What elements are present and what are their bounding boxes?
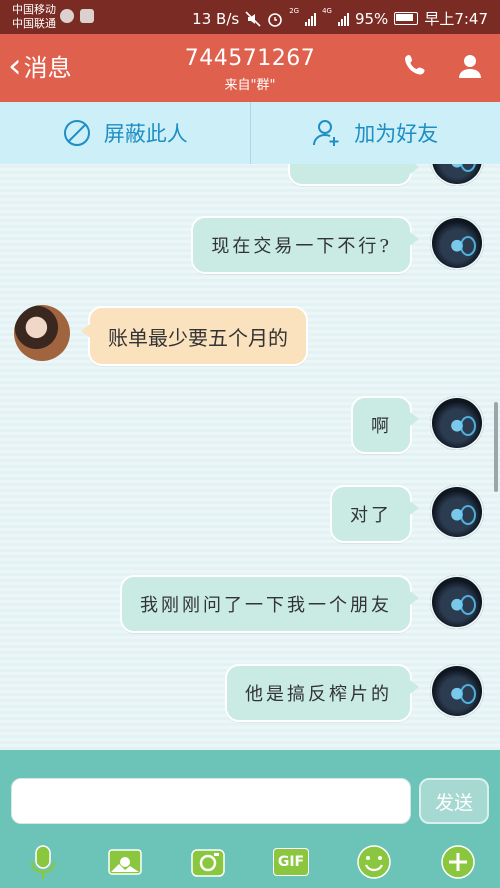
block-user-button[interactable]: 屏蔽此人 xyxy=(0,102,250,164)
chat-header: ‹ 消息 744571267 来自"群" xyxy=(0,34,500,102)
message-list[interactable]: 现在交易一下不行? 账单最少要五个月的 啊 对了 我刚刚问了一下我一个朋友 他是… xyxy=(0,164,500,750)
mute-icon xyxy=(245,10,261,27)
add-friend-label: 加为好友 xyxy=(354,122,439,146)
picture-icon[interactable] xyxy=(107,844,143,880)
message-bubble[interactable]: 我刚刚问了一下我一个朋友 xyxy=(120,575,419,633)
message-bubble[interactable]: 账单最少要五个月的 xyxy=(81,306,308,366)
phone-icon[interactable] xyxy=(402,52,430,80)
camera-icon[interactable] xyxy=(190,844,226,880)
message-text: 啊 xyxy=(371,416,392,437)
carrier-info: 中国移动 中国联通 xyxy=(12,3,56,31)
message-text: 他是搞反榨片的 xyxy=(245,684,392,705)
carrier-2: 中国联通 xyxy=(12,17,56,30)
gif-label: GIF xyxy=(277,854,305,870)
message-input[interactable] xyxy=(11,778,411,824)
gif-button[interactable]: GIF xyxy=(273,848,309,876)
add-user-icon xyxy=(313,120,339,146)
signal-icon-1 xyxy=(305,12,317,26)
block-icon xyxy=(63,120,90,146)
message-bubble[interactable]: 啊 xyxy=(351,396,419,454)
send-label: 发送 xyxy=(434,791,473,814)
battery-icon xyxy=(394,12,419,25)
notification-icons xyxy=(60,9,94,23)
alarm-icon xyxy=(268,12,282,27)
clock: 早上7:47 xyxy=(424,10,488,28)
my-avatar[interactable] xyxy=(430,575,484,629)
my-avatar[interactable] xyxy=(430,164,484,186)
message-text: 现在交易一下不行? xyxy=(211,236,392,257)
message-bubble[interactable]: 现在交易一下不行? xyxy=(191,216,419,274)
message-text: 对了 xyxy=(350,505,392,526)
message-text: 我刚刚问了一下我一个朋友 xyxy=(140,595,392,616)
plus-icon[interactable] xyxy=(440,844,476,880)
contact-avatar[interactable] xyxy=(14,305,70,361)
my-avatar[interactable] xyxy=(430,485,484,539)
my-avatar[interactable] xyxy=(430,396,484,450)
network-type-2: 4G xyxy=(322,7,332,15)
signal-icon-2 xyxy=(337,12,349,26)
block-user-label: 屏蔽此人 xyxy=(103,122,188,146)
add-friend-button[interactable]: 加为好友 xyxy=(249,102,500,164)
network-type-1: 2G xyxy=(289,7,300,15)
message-bubble[interactable]: 对了 xyxy=(330,485,419,543)
send-button[interactable]: 发送 xyxy=(419,778,489,824)
network-speed: 13 B/s xyxy=(192,9,240,28)
message-bubble[interactable]: 他是搞反榨片的 xyxy=(225,664,419,722)
chat-scrollbar[interactable] xyxy=(494,402,498,492)
message-bubble[interactable] xyxy=(288,164,419,186)
battery-percent: 95% xyxy=(354,9,389,28)
emoji-icon[interactable] xyxy=(356,844,392,880)
profile-icon[interactable] xyxy=(456,52,484,80)
microphone-icon[interactable] xyxy=(25,844,61,880)
browser-notification-icon xyxy=(60,9,74,23)
status-right: 13 B/s 2G 4G 95% 早上7:47 xyxy=(192,8,488,29)
my-avatar[interactable] xyxy=(430,216,484,270)
composer: 发送 GIF xyxy=(0,750,500,888)
message-text: 账单最少要五个月的 xyxy=(108,325,288,350)
toolbar: GIF xyxy=(0,840,500,884)
my-avatar[interactable] xyxy=(430,664,484,718)
status-bar: 中国移动 中国联通 13 B/s 2G 4G 95% 早上7:47 xyxy=(0,0,500,34)
app-notification-icon xyxy=(80,9,94,23)
action-bar: 屏蔽此人 加为好友 xyxy=(0,102,500,165)
carrier-1: 中国移动 xyxy=(12,3,56,16)
